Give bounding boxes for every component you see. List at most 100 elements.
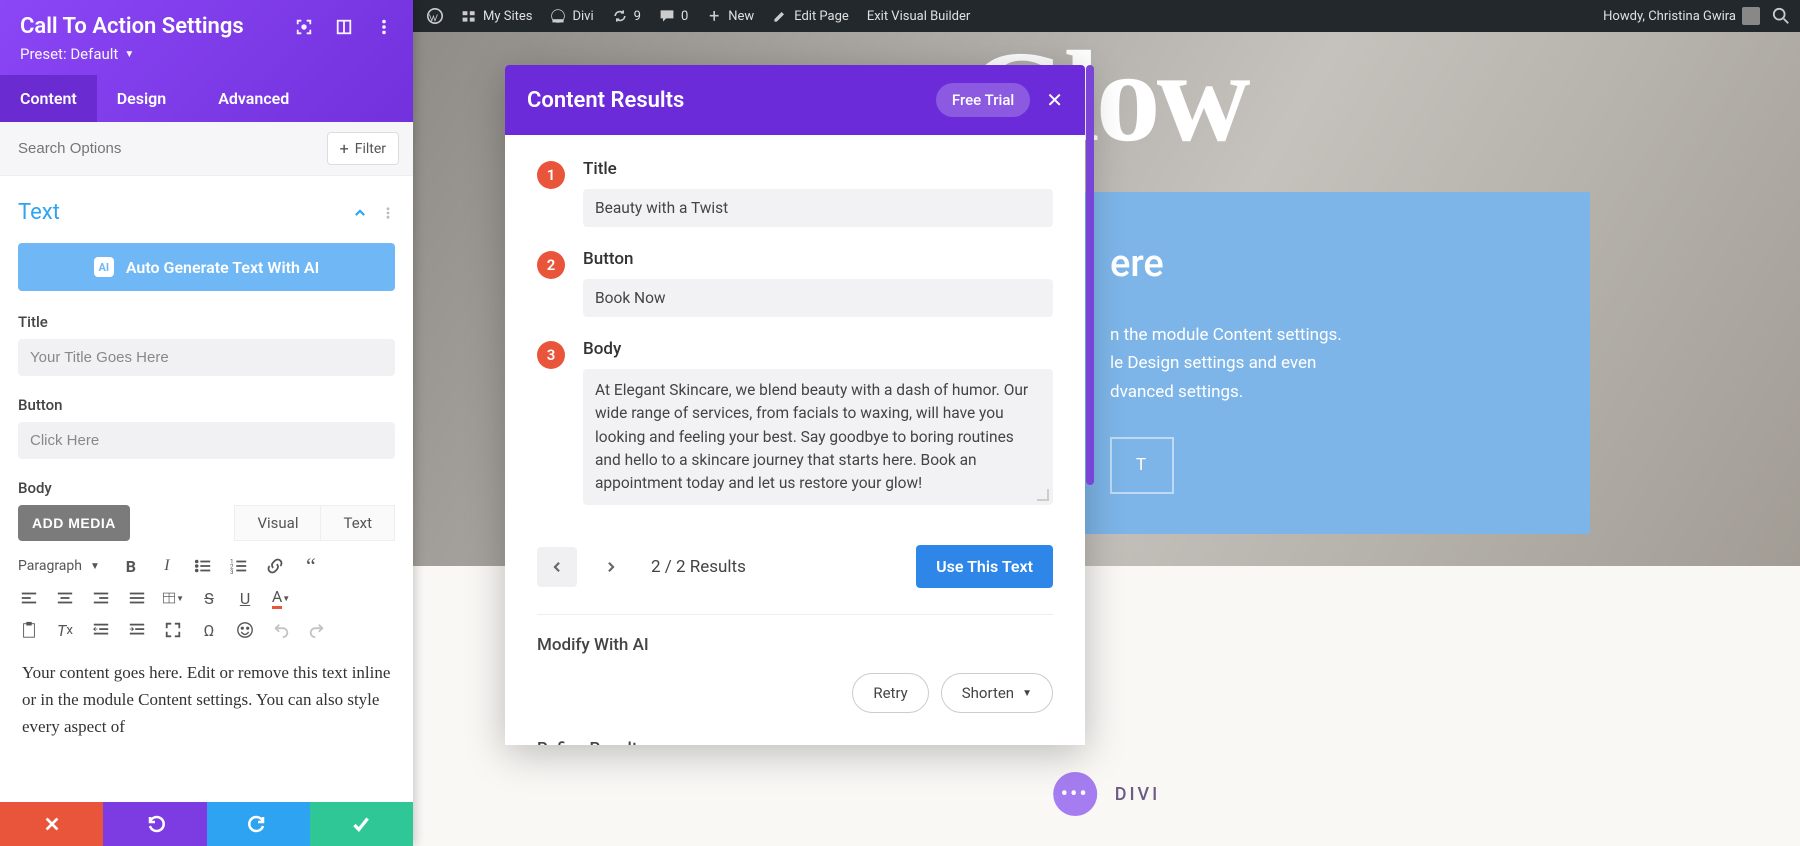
module-button[interactable]: T [1110,437,1174,494]
use-this-text-button[interactable]: Use This Text [916,545,1053,588]
ul-icon[interactable] [192,555,214,577]
special-char-icon[interactable]: Ω [198,619,220,641]
result-label: Button [583,249,1053,269]
new-link[interactable]: +New [706,8,754,24]
site-link[interactable]: Divi [550,8,593,24]
exit-visual-builder-link[interactable]: Exit Visual Builder [867,9,970,24]
auto-generate-button[interactable]: AI Auto Generate Text With AI [18,243,395,291]
text-color-icon[interactable]: A▼ [270,587,292,609]
section-more-icon[interactable] [381,206,395,220]
align-left-icon[interactable] [18,587,40,609]
title-label: Title [18,313,395,331]
divi-brand-label: DIVI [1115,784,1161,805]
next-result-button[interactable] [591,547,631,587]
divi-brand[interactable]: ••• DIVI [1053,772,1161,816]
module-body-line: dvanced settings. [1110,378,1550,407]
result-value-title[interactable]: Beauty with a Twist [583,189,1053,227]
my-sites-link[interactable]: My Sites [461,8,532,24]
result-label: Body [583,339,1053,359]
modal-scrollbar[interactable] [1086,65,1094,675]
free-trial-badge[interactable]: Free Trial [936,83,1030,117]
preset-selector[interactable]: Preset: Default▼ [20,45,393,63]
paste-icon[interactable] [18,619,40,641]
filter-button[interactable]: +Filter [327,132,399,165]
strike-icon[interactable]: S [198,587,220,609]
cancel-button[interactable] [0,802,103,846]
editor-tab-visual[interactable]: Visual [234,505,320,541]
body-editor[interactable]: Your content goes here. Edit or remove t… [18,651,395,749]
modal-title: Content Results [527,88,936,113]
close-icon[interactable]: ✕ [1046,88,1063,112]
module-body-line: n the module Content settings. [1110,321,1550,350]
redo-footer-button[interactable] [207,802,310,846]
add-media-button[interactable]: ADD MEDIA [18,505,130,541]
chevron-up-icon[interactable] [353,206,367,220]
svg-text:3: 3 [230,568,234,575]
result-item-title: 1 Title Beauty with a Twist [537,159,1053,227]
italic-icon[interactable]: I [156,555,178,577]
cta-module-preview[interactable]: ere n the module Content settings. le De… [1070,192,1590,534]
divi-bubble-icon[interactable]: ••• [1053,772,1097,816]
wp-logo-icon[interactable] [427,8,443,24]
tab-advanced[interactable]: Advanced [198,75,309,122]
ol-icon[interactable]: 123 [228,555,250,577]
underline-icon[interactable]: U [234,587,256,609]
refine-label: Refine Result [537,739,1053,745]
badge-2: 2 [537,251,565,279]
undo-icon[interactable] [270,619,292,641]
align-right-icon[interactable] [90,587,112,609]
button-input[interactable] [18,422,395,459]
search-icon[interactable] [1772,7,1790,25]
fullscreen-icon[interactable] [162,619,184,641]
panel-footer [0,802,413,846]
button-label: Button [18,396,395,414]
result-value-body[interactable]: At Elegant Skincare, we blend beauty wit… [583,369,1053,505]
tab-content[interactable]: Content [0,75,97,122]
paragraph-selector[interactable]: Paragraph▼ [18,558,100,574]
updates-link[interactable]: 9 [612,8,641,24]
quote-icon[interactable]: “ [300,555,322,577]
modal-header: Content Results Free Trial ✕ [505,65,1085,135]
more-icon[interactable] [375,18,393,36]
align-justify-icon[interactable] [126,587,148,609]
comments-link[interactable]: 0 [659,8,688,24]
prev-result-button[interactable] [537,547,577,587]
modify-label: Modify With AI [537,635,1053,655]
editor-tab-text[interactable]: Text [320,505,395,541]
snap-icon[interactable] [295,18,313,36]
redo-icon[interactable] [306,619,328,641]
outdent-icon[interactable] [90,619,112,641]
indent-icon[interactable] [126,619,148,641]
badge-1: 1 [537,161,565,189]
retry-button[interactable]: Retry [852,673,928,713]
search-bar: +Filter [0,122,413,176]
emoji-icon[interactable] [234,619,256,641]
result-value-button[interactable]: Book Now [583,279,1053,317]
bold-icon[interactable]: B [120,555,142,577]
undo-footer-button[interactable] [103,802,206,846]
module-title: ere [1110,232,1550,297]
tab-design[interactable]: Design [97,75,186,122]
layout-icon[interactable] [335,18,353,36]
search-input[interactable] [14,134,327,163]
wp-admin-bar: My Sites Divi 9 0 +New Edit Page Exit Vi… [413,0,1800,32]
shorten-button[interactable]: Shorten▼ [941,673,1053,713]
table-icon[interactable]: ▼ [162,587,184,609]
badge-3: 3 [537,341,565,369]
results-nav: 2 / 2 Results Use This Text [537,527,1053,615]
edit-page-link[interactable]: Edit Page [772,8,849,24]
result-item-button: 2 Button Book Now [537,249,1053,317]
result-item-body: 3 Body At Elegant Skincare, we blend bea… [537,339,1053,505]
results-count: 2 / 2 Results [651,557,746,577]
panel-title: Call To Action Settings [20,14,295,39]
link-icon[interactable] [264,555,286,577]
title-input[interactable] [18,339,395,376]
content-results-modal: Content Results Free Trial ✕ 1 Title Bea… [505,65,1085,745]
section-text[interactable]: Text [18,200,395,225]
editor-toolbar: Paragraph▼ B I 123 “ ▼ S U A▼ Tx [18,555,395,641]
clear-format-icon[interactable]: Tx [54,619,76,641]
settings-panel: Call To Action Settings Preset: Default▼… [0,0,413,846]
align-center-icon[interactable] [54,587,76,609]
save-button[interactable] [310,802,413,846]
howdy-user[interactable]: Howdy, Christina Gwira [1603,7,1760,25]
